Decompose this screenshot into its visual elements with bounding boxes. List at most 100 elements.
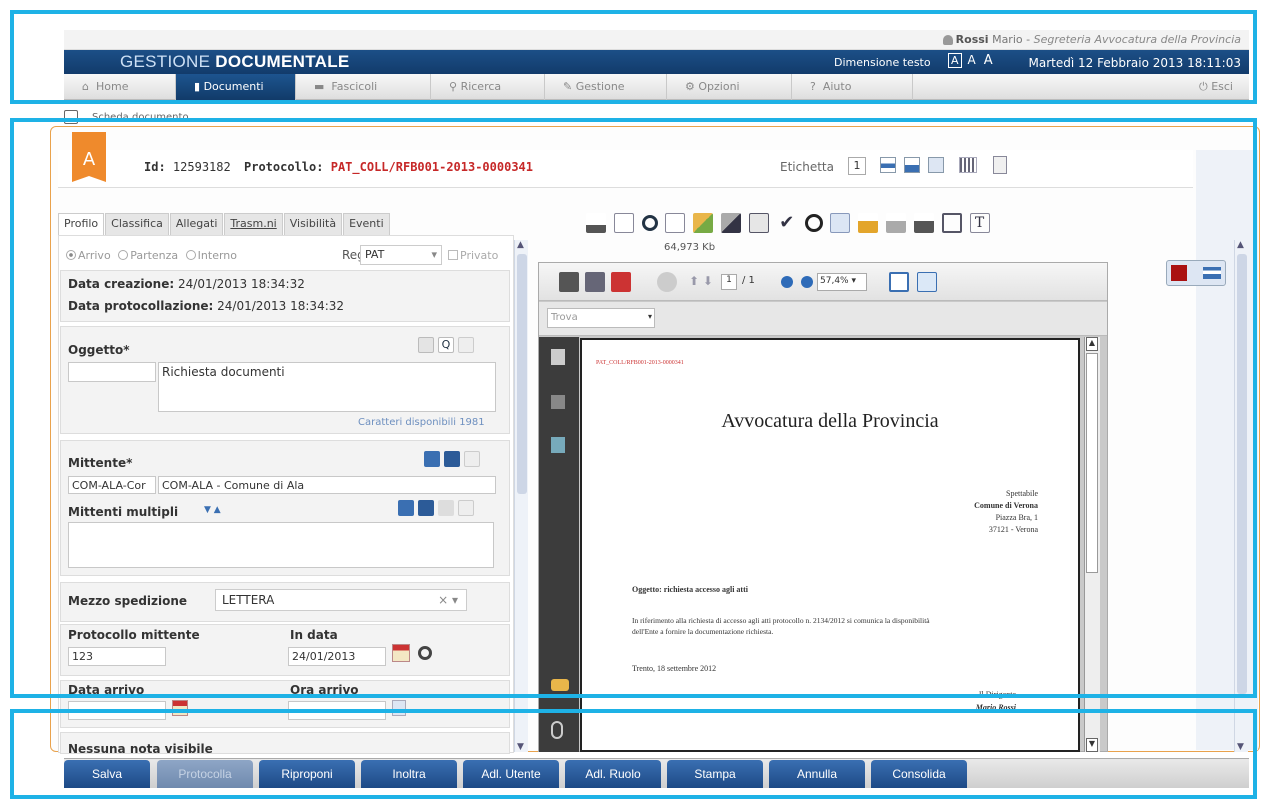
radio-arrivo[interactable]: Arrivo: [66, 249, 111, 262]
sign-icon[interactable]: [721, 213, 742, 233]
prev-page-icon[interactable]: ⬆ ⬇: [689, 274, 713, 288]
address-book-icon[interactable]: [398, 500, 414, 516]
note-icon[interactable]: [418, 337, 434, 353]
menu-aiuto[interactable]: ? Aiuto: [792, 74, 913, 100]
tab-allegati[interactable]: Allegati: [169, 213, 224, 235]
viewer-mode-toggle[interactable]: [1166, 260, 1226, 286]
profilo-scrollbar[interactable]: ▲ ▼: [514, 240, 528, 752]
find-input[interactable]: Trova: [547, 308, 655, 328]
mezzo-spedizione-select[interactable]: LETTERA × ▾: [215, 589, 467, 611]
menu-esci[interactable]: ⏻ Esci: [913, 74, 1249, 100]
mittenti-multipli-list[interactable]: [68, 522, 494, 568]
mittente-description-input[interactable]: COM-ALA - Comune di Ala: [158, 476, 496, 494]
annulla-button[interactable]: Annulla: [769, 760, 865, 788]
lock-icon[interactable]: [858, 213, 879, 233]
fit-width-icon[interactable]: [889, 272, 909, 292]
user-bar: Rossi Mario - Segreteria Avvocatura dell…: [64, 30, 1249, 50]
comments-icon[interactable]: [551, 679, 569, 691]
check-icon[interactable]: ✔: [777, 213, 797, 233]
radio-partenza[interactable]: Partenza: [118, 249, 178, 262]
bookmark-icon[interactable]: [551, 395, 565, 409]
magnifier-icon[interactable]: Q: [438, 337, 454, 353]
zoom-in-icon[interactable]: [801, 276, 813, 288]
search-addressbook-icon[interactable]: [444, 451, 460, 467]
menu-fascicoli[interactable]: ▬ Fascicoli: [296, 74, 431, 100]
notes-list-icon[interactable]: [458, 337, 474, 353]
stampa-button[interactable]: Stampa: [667, 760, 763, 788]
fit-page-icon[interactable]: [917, 272, 937, 292]
protocollo-mittente-input[interactable]: 123: [68, 647, 166, 666]
protocolla-button[interactable]: Protocolla: [157, 760, 253, 788]
download-icon[interactable]: [586, 213, 606, 233]
print-label-3-icon[interactable]: [927, 157, 944, 173]
radio-interno[interactable]: Interno: [185, 249, 237, 262]
text-size-small[interactable]: A: [948, 53, 962, 68]
calendar-icon[interactable]: [172, 700, 188, 716]
zoom-select[interactable]: 57,4% ▾: [817, 273, 867, 291]
reg-select[interactable]: PAT ▾: [360, 245, 442, 265]
menu-home[interactable]: ⌂ Home: [64, 74, 176, 100]
pdf-scrollbar[interactable]: ▲ ▼: [1084, 337, 1100, 752]
text-icon[interactable]: T: [969, 213, 990, 233]
menu-gestione[interactable]: ✎ Gestione: [545, 74, 667, 100]
fullscreen-icon[interactable]: [941, 213, 962, 233]
details-icon[interactable]: [458, 500, 474, 516]
print-label-icon[interactable]: [880, 157, 896, 173]
trash-icon[interactable]: [438, 500, 454, 516]
print-label-2-icon[interactable]: [903, 157, 920, 173]
find-dropdown-icon[interactable]: ▾: [648, 312, 652, 321]
save-label-icon[interactable]: [993, 156, 1008, 174]
zoom-icon[interactable]: [641, 215, 658, 231]
data-arrivo-input[interactable]: [68, 701, 166, 720]
barcode-icon[interactable]: [959, 157, 978, 173]
page-number-input[interactable]: 1: [721, 274, 737, 290]
mittente-code-input[interactable]: COM-ALA-Cor: [68, 476, 156, 494]
scan-icon[interactable]: [748, 213, 769, 233]
lock-doc-icon[interactable]: [830, 213, 851, 233]
etichetta-count-input[interactable]: 1: [848, 157, 866, 175]
tree-icon[interactable]: [551, 437, 565, 453]
timestamp-icon[interactable]: [804, 214, 823, 232]
oggetto-code-input[interactable]: [68, 362, 156, 382]
card-scrollbar[interactable]: ▲ ▼: [1234, 240, 1248, 752]
oggetto-text-input[interactable]: Richiesta documenti: [158, 362, 496, 412]
tab-visibilita[interactable]: Visibilità: [283, 213, 343, 235]
refresh-icon[interactable]: [418, 646, 432, 660]
riproponi-button[interactable]: Riproponi: [259, 760, 355, 788]
tab-classifica[interactable]: Classifica: [105, 213, 169, 235]
search-addressbook-icon[interactable]: [418, 500, 434, 516]
zoom-out-icon[interactable]: [781, 276, 793, 288]
pages-icon[interactable]: [551, 349, 565, 365]
attachment-icon[interactable]: [551, 721, 563, 739]
sort-arrows-icon[interactable]: ▼ ▲: [204, 505, 221, 515]
menu-documenti[interactable]: ▮ Documenti: [176, 74, 296, 100]
edit-icon[interactable]: [693, 213, 714, 233]
calendar-icon[interactable]: [392, 644, 410, 662]
text-size-medium[interactable]: A: [966, 53, 978, 67]
salva-button[interactable]: Salva: [64, 760, 150, 788]
clock-icon[interactable]: [392, 700, 406, 716]
address-book-icon[interactable]: [424, 451, 440, 467]
text-size-large[interactable]: A: [982, 53, 995, 68]
tab-eventi[interactable]: Eventi: [343, 213, 390, 235]
adl-utente-button[interactable]: Adl. Utente: [463, 760, 559, 788]
print-icon[interactable]: [559, 272, 579, 292]
details-icon[interactable]: [464, 451, 480, 467]
ora-arrivo-input[interactable]: [288, 701, 386, 720]
privato-checkbox[interactable]: Privato: [448, 249, 498, 262]
consolida-button[interactable]: Consolida: [871, 760, 967, 788]
hand-icon[interactable]: [657, 272, 677, 292]
lock-dark-icon[interactable]: [913, 213, 934, 233]
zoom-page-icon[interactable]: [665, 213, 686, 233]
unlock-icon[interactable]: [886, 213, 907, 233]
tab-trasmissioni[interactable]: Trasm.ni: [224, 213, 283, 235]
menu-ricerca[interactable]: ⚲ Ricerca: [431, 74, 545, 100]
preview-icon[interactable]: [613, 213, 634, 233]
in-data-input[interactable]: 24/01/2013: [288, 647, 386, 666]
save-icon[interactable]: [585, 272, 605, 292]
tab-profilo[interactable]: Profilo: [58, 213, 105, 235]
share-icon[interactable]: [611, 272, 631, 292]
menu-opzioni[interactable]: ⚙ Opzioni: [667, 74, 792, 100]
inoltra-button[interactable]: Inoltra: [361, 760, 457, 788]
adl-ruolo-button[interactable]: Adl. Ruolo: [565, 760, 661, 788]
